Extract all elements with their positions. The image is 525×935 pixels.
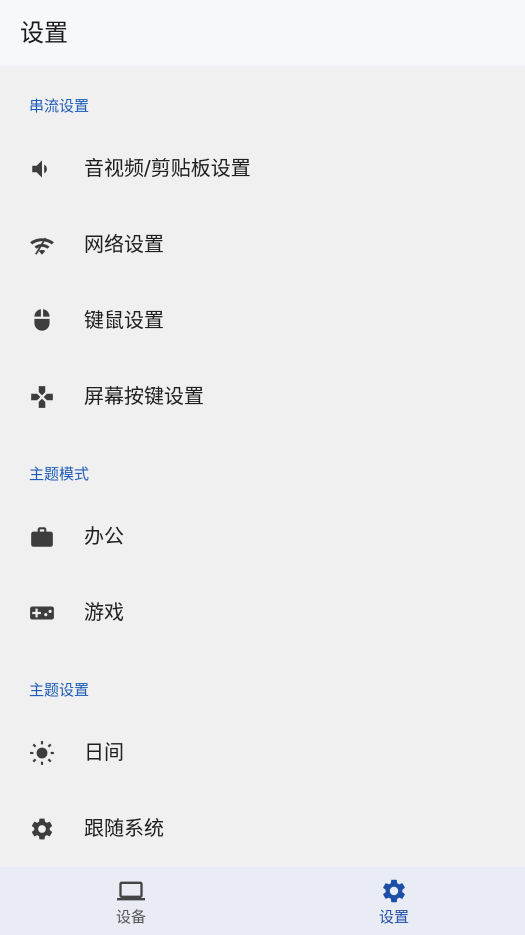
bottom-navigation: 设备 设置: [0, 867, 525, 935]
settings-item-keyboard-mouse[interactable]: 键鼠设置: [0, 282, 525, 358]
gamepad-icon: [29, 384, 55, 410]
settings-item-label: 游戏: [84, 600, 124, 624]
section-header-theme-mode: 主题模式: [29, 465, 90, 483]
section-header-theme-settings: 主题设置: [29, 681, 90, 699]
settings-item-screen-keys[interactable]: 屏幕按键设置: [0, 358, 525, 434]
section-header-streaming: 串流设置: [29, 97, 90, 115]
settings-item-av-clipboard[interactable]: 音视频/剪贴板设置: [0, 130, 525, 206]
settings-item-office[interactable]: 办公: [0, 498, 525, 574]
nav-item-label: 设置: [378, 908, 409, 926]
settings-item-label: 跟随系统: [84, 816, 164, 840]
sun-icon: [29, 740, 55, 766]
settings-item-label: 办公: [84, 524, 124, 548]
settings-item-label: 网络设置: [84, 232, 164, 256]
nav-item-settings[interactable]: 设置: [263, 867, 525, 935]
settings-icon: [380, 877, 408, 905]
volume-icon: [29, 156, 55, 182]
settings-item-game[interactable]: 游戏: [0, 574, 525, 650]
mouse-icon: [29, 308, 55, 334]
gear-icon: [29, 816, 55, 842]
page-title: 设置: [20, 19, 68, 47]
wifi-icon: [29, 232, 55, 258]
settings-item-label: 日间: [84, 740, 124, 764]
top-app-bar: 设置: [0, 0, 525, 66]
settings-item-label: 音视频/剪贴板设置: [84, 156, 251, 180]
nav-item-devices[interactable]: 设备: [0, 867, 262, 935]
settings-item-label: 屏幕按键设置: [84, 384, 204, 408]
nav-item-label: 设备: [115, 908, 146, 926]
game-controller-icon: [29, 600, 55, 626]
settings-item-day[interactable]: 日间: [0, 714, 525, 790]
settings-item-follow-system[interactable]: 跟随系统: [0, 790, 525, 866]
laptop-icon: [117, 877, 145, 905]
settings-item-label: 键鼠设置: [84, 308, 164, 332]
briefcase-icon: [29, 524, 55, 550]
settings-item-network[interactable]: 网络设置: [0, 206, 525, 282]
